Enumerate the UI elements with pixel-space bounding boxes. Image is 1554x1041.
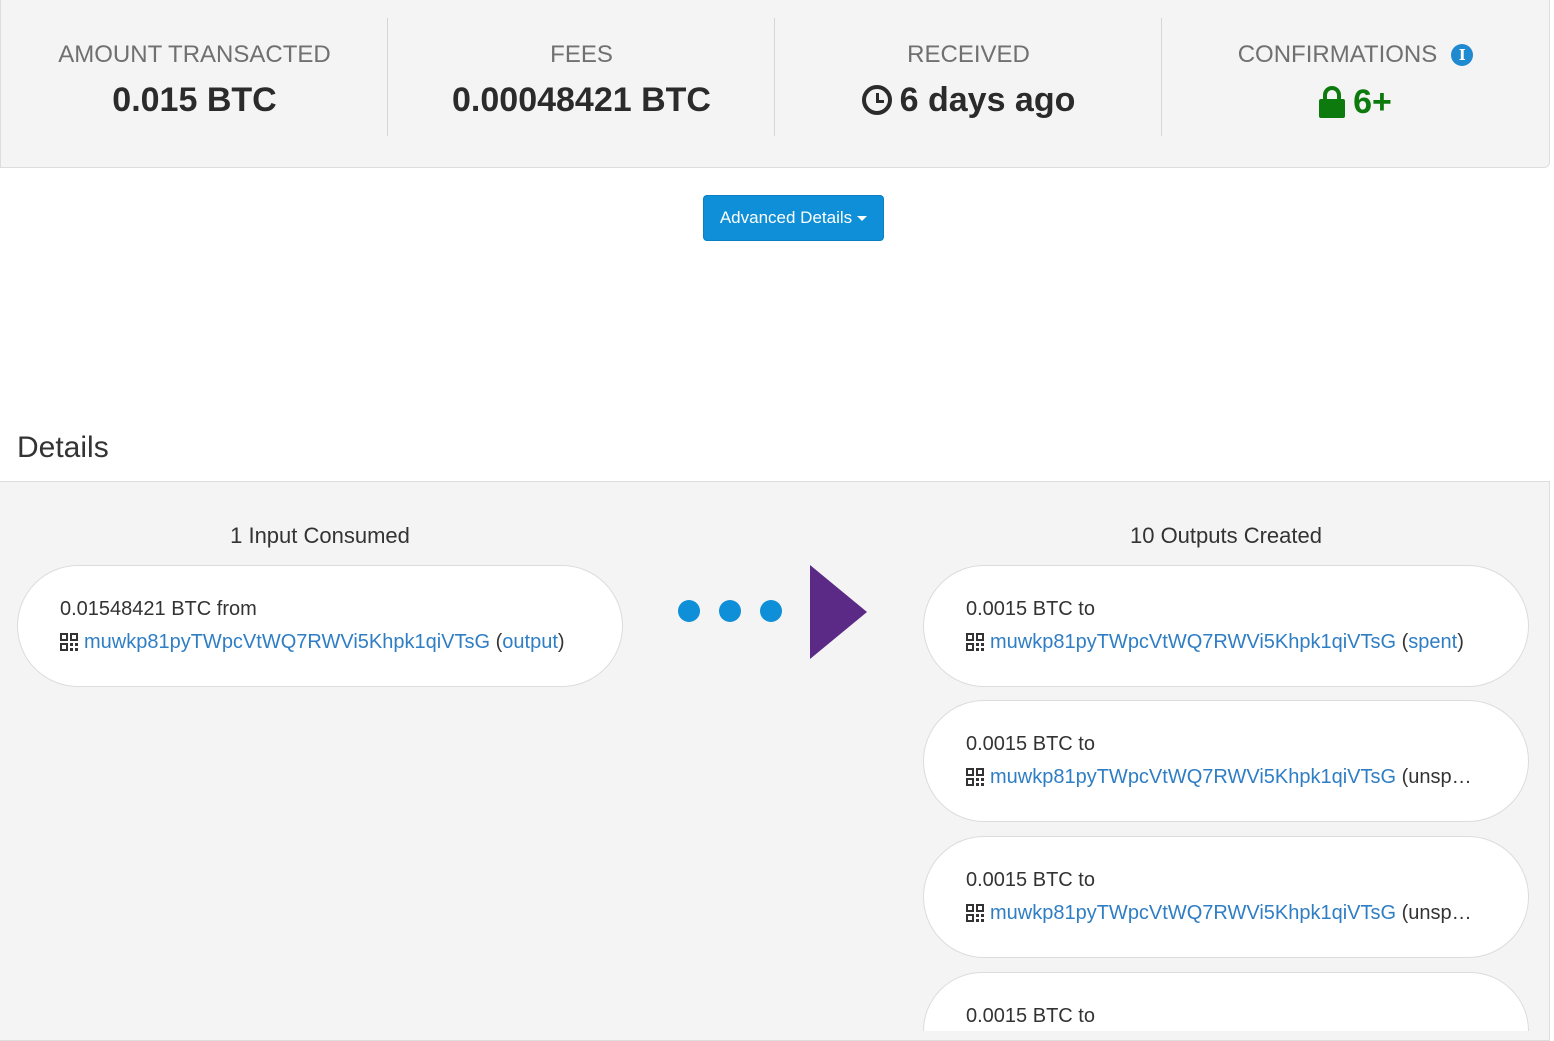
output-card: 0.0015 BTC to <box>923 972 1529 1031</box>
output-amount-line: 0.0015 BTC to <box>966 1003 1528 1029</box>
output-address-line: muwkp81pyTWpcVtWQ7RWVi5Khpk1qiVTsG (unsp… <box>966 764 1481 790</box>
received-value: 6 days ago <box>775 80 1162 120</box>
input-amount: 0.01548421 BTC <box>60 598 212 620</box>
stat-fees: FEES 0.00048421 BTC <box>388 0 775 167</box>
outputs-title: 10 Outputs Created <box>1129 523 1322 548</box>
output-amount: 0.0015 BTC <box>966 598 1073 620</box>
input-address-line: muwkp81pyTWpcVtWQ7RWVi5Khpk1qiVTsG (outp… <box>60 629 575 655</box>
qr-code-icon[interactable] <box>60 633 78 651</box>
output-amount: 0.0015 BTC <box>966 733 1073 755</box>
stat-confirmations: CONFIRMATIONS i 6+ <box>1162 0 1549 167</box>
input-amount-line: 0.01548421 BTC from <box>60 596 622 622</box>
input-card: 0.01548421 BTC from muwkp81pyTWpcVtWQ7RW… <box>17 565 623 687</box>
output-address-link[interactable]: muwkp81pyTWpcVtWQ7RWVi5Khpk1qiVTsG <box>990 902 1396 924</box>
output-card: 0.0015 BTC to muwkp81pyTWpcVtWQ7RWVi5Khp… <box>923 700 1529 822</box>
info-icon[interactable]: i <box>1451 44 1474 66</box>
amount-value: 0.015 BTC <box>1 80 388 120</box>
output-address-link[interactable]: muwkp81pyTWpcVtWQ7RWVi5Khpk1qiVTsG <box>990 631 1396 653</box>
output-amount: 0.0015 BTC <box>966 869 1073 891</box>
details-heading: Details <box>17 431 109 464</box>
amount-label: AMOUNT TRANSACTED <box>58 41 331 68</box>
confirmations-value: 6+ <box>1162 82 1549 122</box>
stat-amount: AMOUNT TRANSACTED 0.015 BTC <box>1 0 388 167</box>
confirmations-value-text: 6+ <box>1353 83 1392 121</box>
output-amount-line: 0.0015 BTC to <box>966 596 1528 622</box>
flow-dot <box>760 600 782 622</box>
output-amount-line: 0.0015 BTC to <box>966 867 1528 893</box>
advanced-details-label: Advanced Details <box>719 208 853 227</box>
arrow-right-icon <box>810 565 867 659</box>
qr-code-icon[interactable] <box>966 633 984 651</box>
flow-dot <box>719 600 741 622</box>
input-status-link[interactable]: output <box>502 631 558 653</box>
fees-value-text: 0.00048421 BTC <box>452 81 711 119</box>
clock-icon <box>861 85 892 115</box>
fees-value: 0.00048421 BTC <box>388 80 775 120</box>
input-address-link[interactable]: muwkp81pyTWpcVtWQ7RWVi5Khpk1qiVTsG <box>84 631 490 653</box>
amount-value-text: 0.015 BTC <box>112 81 277 119</box>
output-status-text: unspent <box>1408 766 1480 788</box>
qr-code-icon[interactable] <box>966 904 984 922</box>
output-direction: to <box>1078 733 1095 755</box>
stat-received: RECEIVED 6 days ago <box>775 0 1162 167</box>
output-address-line: muwkp81pyTWpcVtWQ7RWVi5Khpk1qiVTsG (spen… <box>966 629 1481 655</box>
flow-dot <box>678 600 700 622</box>
received-value-text: 6 days ago <box>899 81 1076 119</box>
input-direction: from <box>216 598 257 620</box>
fees-label: FEES <box>550 41 613 68</box>
caret-down-icon <box>857 216 868 222</box>
output-address-link[interactable]: muwkp81pyTWpcVtWQ7RWVi5Khpk1qiVTsG <box>990 766 1396 788</box>
output-amount-line: 0.0015 BTC to <box>966 731 1528 757</box>
confirmations-label-text: CONFIRMATIONS <box>1237 41 1438 68</box>
output-card: 0.0015 BTC to muwkp81pyTWpcVtWQ7RWVi5Khp… <box>923 836 1529 958</box>
confirmations-label: CONFIRMATIONS i <box>1162 40 1549 70</box>
output-status-link[interactable]: spent <box>1408 631 1457 653</box>
output-amount: 0.0015 BTC <box>966 1005 1073 1027</box>
output-card: 0.0015 BTC to muwkp81pyTWpcVtWQ7RWVi5Khp… <box>923 565 1529 687</box>
inputs-title: 1 Input Consumed <box>230 523 410 548</box>
advanced-details-button[interactable]: Advanced Details <box>703 195 884 241</box>
output-status-text: unspent <box>1408 902 1480 924</box>
output-direction: to <box>1078 869 1095 891</box>
output-direction: to <box>1078 1005 1095 1027</box>
output-address-line: muwkp81pyTWpcVtWQ7RWVi5Khpk1qiVTsG (unsp… <box>966 900 1481 926</box>
received-label: RECEIVED <box>907 41 1030 68</box>
lock-icon <box>1319 86 1346 118</box>
qr-code-icon[interactable] <box>966 768 984 786</box>
transaction-summary: AMOUNT TRANSACTED 0.015 BTC FEES 0.00048… <box>0 0 1550 168</box>
output-direction: to <box>1078 598 1095 620</box>
